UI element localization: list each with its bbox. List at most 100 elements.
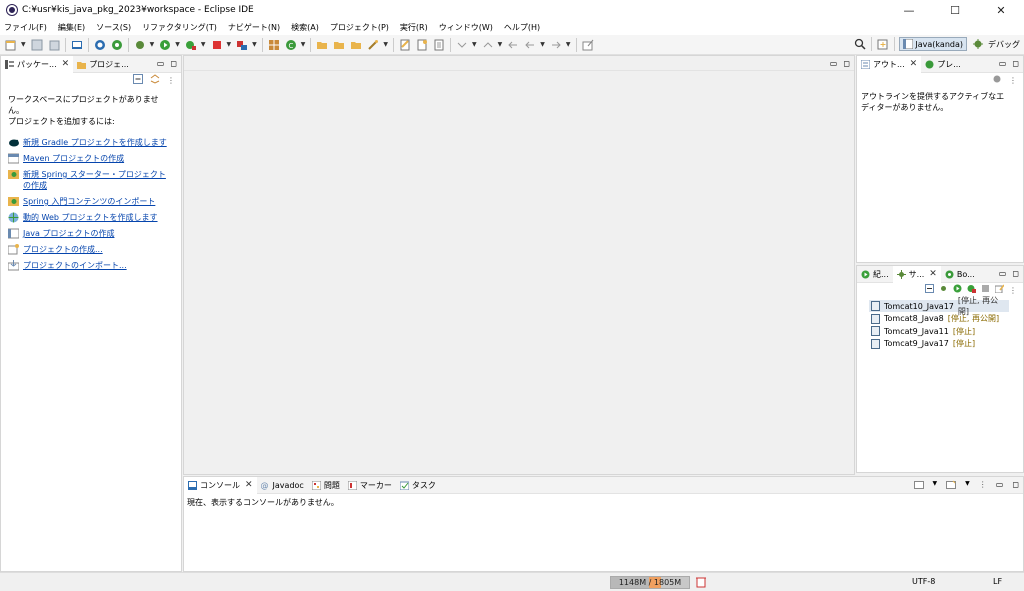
create-java-project-link[interactable]: Java プロジェクトの作成	[23, 228, 114, 239]
create-dynamic-web-project-link[interactable]: 動的 Web プロジェクトを作成します	[23, 212, 158, 223]
minimize-view-icon[interactable]: ▭	[999, 269, 1007, 278]
create-spring-starter-project-link[interactable]: 新規 Spring スターター・プロジェクト	[23, 169, 166, 180]
debug-perspective-icon[interactable]	[971, 37, 985, 51]
open-resource-icon[interactable]	[349, 38, 363, 52]
close-icon[interactable]: ✕	[62, 59, 70, 69]
tab-project-explorer[interactable]: プロジェ...	[73, 56, 133, 73]
close-icon[interactable]: ✕	[910, 59, 918, 69]
dropdown-icon[interactable]: ▼	[933, 480, 938, 492]
open-task-icon[interactable]	[332, 38, 346, 52]
block-selection-icon[interactable]	[432, 38, 446, 52]
terminal-icon[interactable]	[70, 38, 84, 52]
skip-breakpoints-icon[interactable]	[93, 38, 107, 52]
next-annotation-icon[interactable]	[455, 38, 469, 52]
list-item[interactable]: Tomcat8_Java8 [停止, 再公開]	[871, 313, 1009, 325]
minimize-view-icon[interactable]: ▭	[996, 480, 1004, 492]
spell-check-icon[interactable]	[415, 38, 429, 52]
prev-annotation-icon[interactable]	[481, 38, 495, 52]
line-ending-status[interactable]: LF	[993, 577, 1002, 586]
tab-console[interactable]: コンソール ✕	[184, 476, 257, 494]
forward-icon[interactable]	[549, 38, 563, 52]
create-project-link[interactable]: プロジェクトの作成...	[23, 244, 103, 255]
menu-project[interactable]: プロジェクト(P)	[330, 22, 389, 33]
toggle-mark-icon[interactable]	[398, 38, 412, 52]
maximize-view-icon[interactable]: ◻	[1012, 480, 1019, 492]
stop-icon[interactable]	[210, 38, 224, 52]
dropdown-icon[interactable]: ▼	[965, 480, 970, 492]
view-menu-icon[interactable]: ⋮	[979, 480, 987, 492]
minimize-view-icon[interactable]: ▭	[830, 59, 838, 68]
view-menu-icon[interactable]: ⋮	[1009, 286, 1017, 295]
tab-boot-dashboard-1[interactable]: 紀...	[857, 266, 893, 283]
import-project-link[interactable]: プロジェクトのインポート...	[23, 260, 127, 271]
menu-source[interactable]: ソース(S)	[96, 22, 131, 33]
tab-boot-dashboard[interactable]: Bo...	[941, 266, 979, 283]
close-icon[interactable]: ✕	[245, 480, 253, 490]
minimize-button[interactable]: —	[886, 0, 932, 20]
list-item[interactable]: Tomcat9_Java17 [停止]	[871, 338, 1009, 350]
create-gradle-project-link[interactable]: 新規 Gradle プロジェクトを作成します	[23, 137, 167, 148]
new-java-class-icon[interactable]: C	[284, 38, 298, 52]
maximize-view-icon[interactable]: ◻	[170, 59, 177, 68]
maximize-view-icon[interactable]: ◻	[843, 59, 850, 68]
tab-preview[interactable]: プレ...	[921, 56, 965, 73]
debug-server-icon[interactable]	[939, 284, 948, 296]
tab-problems[interactable]: 問題	[308, 477, 344, 494]
link-with-editor-icon[interactable]	[150, 73, 160, 87]
menu-file[interactable]: ファイル(F)	[4, 22, 47, 33]
open-type-icon[interactable]	[315, 38, 329, 52]
import-spring-guides-link[interactable]: Spring 入門コンテンツのインポート	[23, 196, 155, 207]
last-edit-icon[interactable]	[506, 38, 520, 52]
close-button[interactable]: ✕	[978, 0, 1024, 20]
menu-search[interactable]: 検索(A)	[291, 22, 319, 33]
tab-tasks[interactable]: タスク	[396, 477, 440, 494]
save-all-icon[interactable]	[47, 38, 61, 52]
tab-package-explorer[interactable]: パッケー... ✕	[1, 55, 74, 73]
list-item[interactable]: Tomcat10_Java17 [停止, 再公開]	[869, 296, 1009, 316]
coverage-icon[interactable]	[184, 38, 198, 52]
list-item[interactable]: Tomcat9_Java11 [停止]	[871, 325, 1009, 337]
spring-boot-icon[interactable]	[110, 38, 124, 52]
run-icon[interactable]	[158, 38, 172, 52]
tab-javadoc[interactable]: @ Javadoc	[257, 477, 308, 494]
back-icon[interactable]	[523, 38, 537, 52]
debug-icon[interactable]	[133, 38, 147, 52]
new-icon[interactable]	[4, 38, 18, 52]
collapse-all-icon[interactable]	[133, 73, 143, 87]
menu-edit[interactable]: 編集(E)	[58, 22, 85, 33]
external-tools-icon[interactable]	[235, 38, 249, 52]
menu-help[interactable]: ヘルプ(H)	[504, 22, 540, 33]
create-maven-project-link[interactable]: Maven プロジェクトの作成	[23, 153, 124, 164]
view-menu-icon[interactable]: ⋮	[1009, 76, 1017, 85]
close-icon[interactable]: ✕	[929, 269, 937, 279]
minimize-view-icon[interactable]: ▭	[999, 59, 1007, 68]
open-console-icon[interactable]	[946, 480, 957, 492]
menu-run[interactable]: 実行(R)	[400, 22, 428, 33]
view-menu-icon[interactable]: ⋮	[167, 76, 175, 85]
tab-servers[interactable]: サ... ✕	[892, 265, 941, 283]
outline-settings-icon[interactable]	[992, 74, 1002, 87]
maximize-view-icon[interactable]: ◻	[1012, 59, 1019, 68]
search-icon[interactable]	[853, 37, 867, 51]
menu-refactor[interactable]: リファクタリング(T)	[142, 22, 217, 33]
save-icon[interactable]	[30, 38, 44, 52]
menu-window[interactable]: ウィンドウ(W)	[439, 22, 493, 33]
tab-outline[interactable]: アウト... ✕	[857, 55, 922, 73]
minimize-view-icon[interactable]: ▭	[157, 59, 165, 68]
collapse-all-icon[interactable]	[925, 284, 934, 296]
tab-markers[interactable]: マーカー	[344, 477, 396, 494]
pin-editor-icon[interactable]	[581, 38, 595, 52]
maximize-button[interactable]: ☐	[932, 0, 978, 20]
display-console-icon[interactable]	[913, 480, 924, 492]
menu-navigate[interactable]: ナビゲート(N)	[228, 22, 280, 33]
open-perspective-icon[interactable]	[876, 37, 890, 51]
create-spring-starter-project-link-cont[interactable]: の作成	[23, 180, 166, 191]
trash-icon[interactable]	[696, 576, 706, 591]
debug-perspective-label[interactable]: デバッグ	[988, 39, 1020, 50]
java-perspective-button[interactable]: Java(kanda)	[899, 37, 967, 51]
encoding-status[interactable]: UTF-8	[912, 577, 935, 586]
heap-status[interactable]: 1148M / 1805M	[610, 576, 690, 589]
wand-icon[interactable]	[366, 38, 380, 52]
maximize-view-icon[interactable]: ◻	[1012, 269, 1019, 278]
new-java-package-icon[interactable]	[267, 38, 281, 52]
